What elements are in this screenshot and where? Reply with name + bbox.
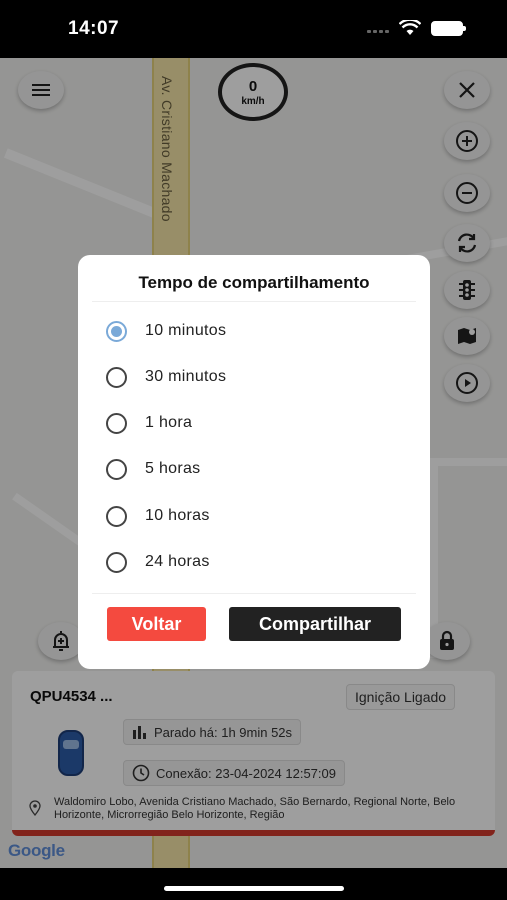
- share-button[interactable]: Compartilhar: [229, 607, 401, 641]
- option-label: 1 hora: [145, 414, 193, 431]
- dialog-title: Tempo de compartilhamento: [138, 273, 370, 292]
- home-indicator[interactable]: [164, 886, 344, 891]
- option-label: 30 minutos: [145, 368, 227, 385]
- back-button[interactable]: Voltar: [107, 607, 206, 641]
- status-time: 14:07: [68, 18, 120, 39]
- option-30-minutos[interactable]: 30 minutos: [106, 362, 226, 392]
- option-5-horas[interactable]: 5 horas: [106, 454, 200, 484]
- option-label: 5 horas: [145, 460, 201, 477]
- dialog-divider-bottom: [92, 593, 416, 594]
- option-24-horas[interactable]: 24 horas: [106, 547, 210, 577]
- option-label: 10 horas: [145, 507, 210, 524]
- radio-30-minutos[interactable]: [106, 366, 127, 388]
- radio-24-horas[interactable]: [106, 551, 127, 573]
- option-10-horas[interactable]: 10 horas: [106, 501, 210, 531]
- option-label: 24 horas: [145, 553, 210, 570]
- option-label: 10 minutos: [145, 322, 227, 339]
- option-10-minutos[interactable]: 10 minutos: [106, 316, 226, 346]
- dialog-divider-top: [92, 301, 416, 302]
- battery-icon: [431, 20, 466, 36]
- option-1-hora[interactable]: 1 hora: [106, 408, 192, 438]
- wifi-icon: [399, 20, 421, 35]
- radio-10-minutos[interactable]: [106, 320, 127, 342]
- radio-10-horas[interactable]: [106, 505, 127, 527]
- signal-icon: [367, 23, 389, 33]
- radio-1-hora[interactable]: [106, 412, 127, 434]
- share-duration-dialog: Tempo de compartilhamento 10 minutos 30 …: [78, 255, 430, 669]
- home-indicator-area: [0, 868, 507, 900]
- radio-5-horas[interactable]: [106, 458, 127, 480]
- status-bar: 14:07: [0, 0, 507, 58]
- status-icons: [367, 20, 466, 36]
